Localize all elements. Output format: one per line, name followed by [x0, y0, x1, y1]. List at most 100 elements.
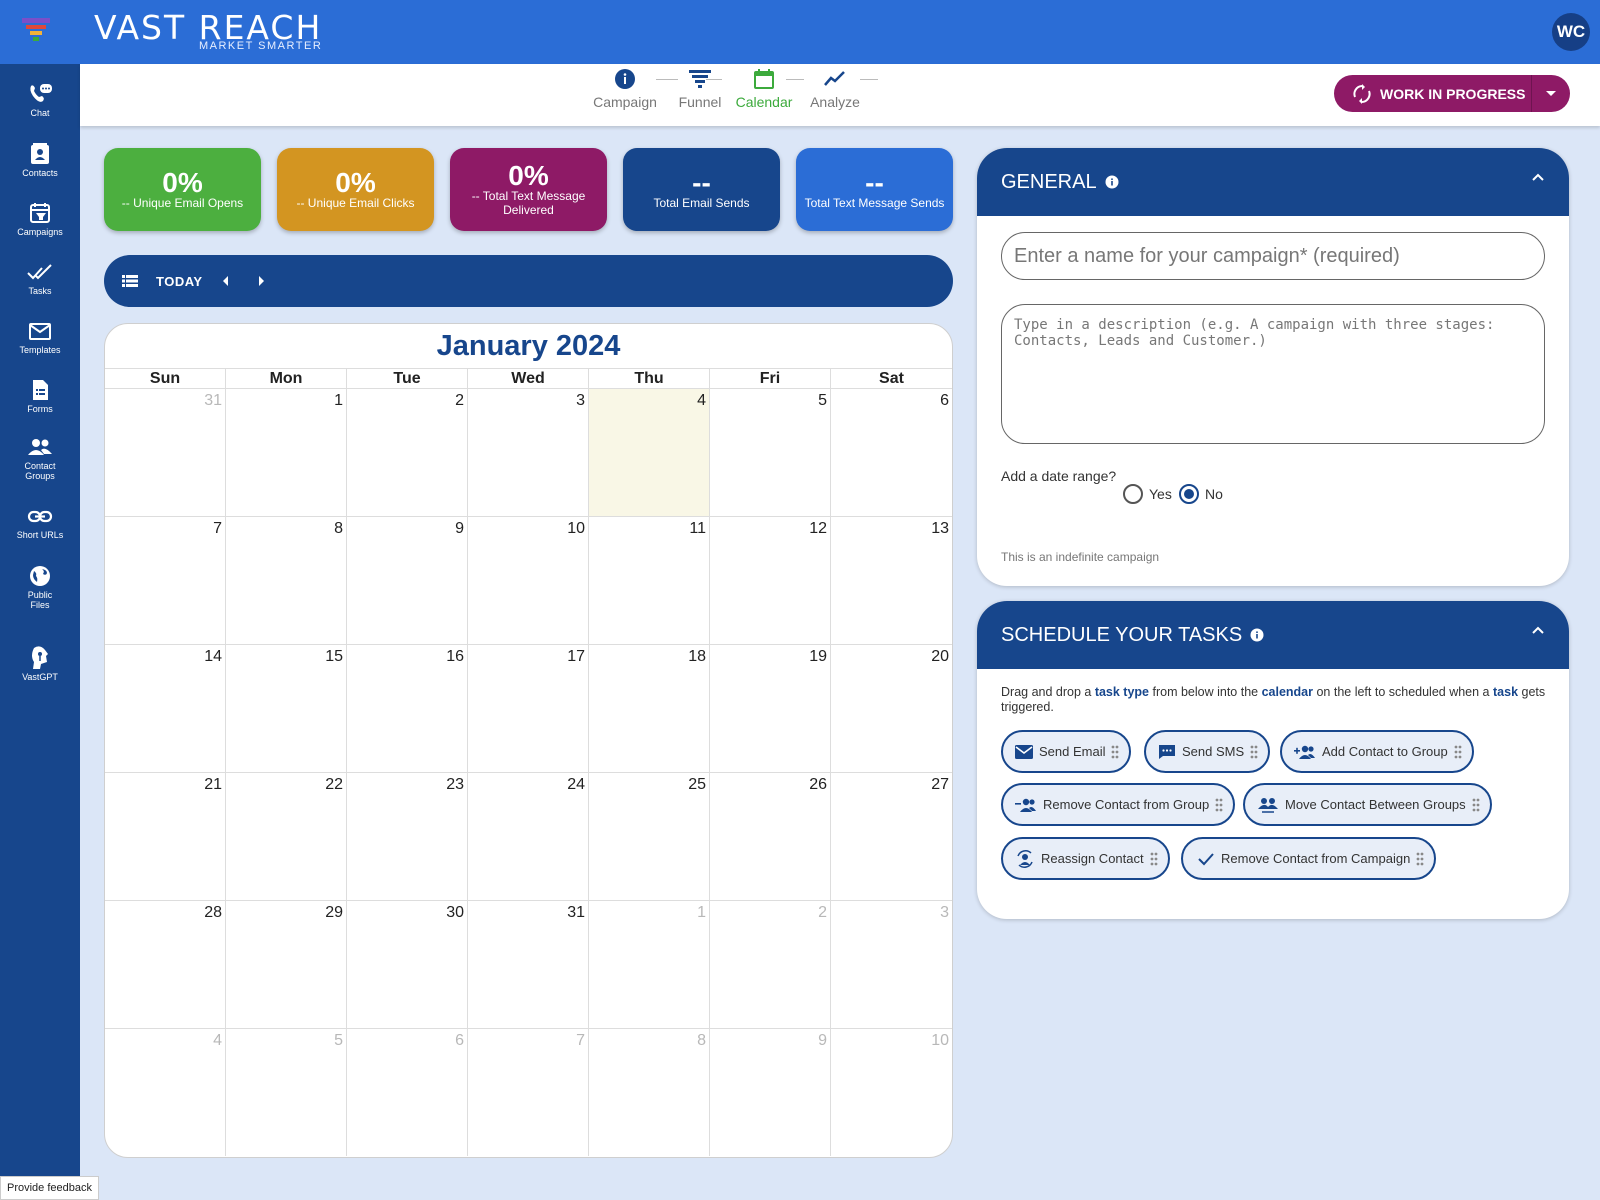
brand-tagline: MARKET SMARTER [198, 40, 323, 52]
calendar-day-cell[interactable]: 27 [831, 772, 952, 900]
calendar-day-cell[interactable]: 6 [347, 1028, 468, 1156]
calendar-day-cell[interactable]: 28 [105, 900, 226, 1028]
calendar-day-cell[interactable]: 10 [468, 516, 589, 644]
calendar-day-cell[interactable]: 9 [347, 516, 468, 644]
calendar-day-cell[interactable]: 5 [226, 1028, 347, 1156]
calendar-day-cell[interactable]: 2 [347, 388, 468, 516]
day-number: 10 [931, 1032, 949, 1049]
calendar-day-cell[interactable]: 10 [831, 1028, 952, 1156]
calendar-day-cell[interactable]: 1 [589, 900, 710, 1028]
next-month-button[interactable] [257, 255, 265, 307]
drag-handle-icon [1250, 745, 1258, 758]
calendar-day-cell[interactable]: 7 [468, 1028, 589, 1156]
schedule-panel-header[interactable]: SCHEDULE YOUR TASKS [977, 601, 1569, 669]
stat-label: -- Unique Email Opens [121, 195, 244, 210]
calendar-day-cell[interactable]: 11 [589, 516, 710, 644]
calendar-grid: 31 1 2 3 4 5 6 7 8 9 10 11 12 13 14 15 16 17 18 19 20 21 22 23 2… [105, 388, 952, 1156]
list-view-button[interactable] [122, 255, 138, 307]
step-analyze[interactable]: Analyze [802, 68, 868, 110]
calendar-day-cell[interactable]: 1 [226, 388, 347, 516]
calendar-day-cell[interactable]: 17 [468, 644, 589, 772]
sidebar-item-chat[interactable]: Chat [0, 82, 80, 118]
calendar-day-cell[interactable]: 5 [710, 388, 831, 516]
calendar-day-cell[interactable]: 3 [831, 900, 952, 1028]
stat-card-email-clicks: 0% -- Unique Email Clicks [277, 148, 434, 231]
general-panel-header[interactable]: GENERAL [977, 148, 1569, 216]
calendar-day-cell[interactable]: 8 [226, 516, 347, 644]
campaign-name-input[interactable] [1001, 232, 1545, 280]
day-number: 3 [576, 392, 585, 409]
task-chip-add-contact-to-group[interactable]: Add Contact to Group [1280, 730, 1474, 773]
calendar-day-cell[interactable]: 8 [589, 1028, 710, 1156]
calendar-day-cell[interactable]: 22 [226, 772, 347, 900]
chevron-up-icon[interactable] [1531, 172, 1545, 182]
prev-month-button[interactable] [222, 255, 230, 307]
calendar-day-cell[interactable]: 13 [831, 516, 952, 644]
step-funnel[interactable]: Funnel [670, 68, 730, 110]
calendar-day-cell[interactable]: 16 [347, 644, 468, 772]
calendar-day-cell[interactable]: 3 [468, 388, 589, 516]
calendar-day-cell[interactable]: 4 [589, 388, 710, 516]
step-label: Campaign [593, 94, 657, 110]
funnel-logo-icon[interactable] [22, 18, 50, 44]
sidebar-item-vastgpt[interactable]: VastGPT [0, 644, 80, 682]
sidebar-item-forms[interactable]: Forms [0, 378, 80, 414]
calendar-day-cell[interactable]: 9 [710, 1028, 831, 1156]
sidebar-item-tasks[interactable]: Tasks [0, 260, 80, 296]
calendar-day-cell[interactable]: 18 [589, 644, 710, 772]
task-chip-send-email[interactable]: Send Email [1001, 730, 1132, 773]
calendar-day-cell[interactable]: 30 [347, 900, 468, 1028]
calendar-day-cell[interactable]: 31 [105, 388, 226, 516]
brand-logo[interactable]: VAST REACH MARKET SMARTER [94, 10, 322, 53]
campaign-description-input[interactable] [1001, 304, 1545, 444]
help-text: from below into the [1149, 685, 1262, 699]
calendar-day-cell[interactable]: 4 [105, 1028, 226, 1156]
calendar-day-cell[interactable]: 12 [710, 516, 831, 644]
work-in-progress-button[interactable]: WORK IN PROGRESS [1334, 75, 1570, 112]
sidebar-item-short-urls[interactable]: Short URLs [0, 506, 80, 540]
task-label: Remove Contact from Campaign [1221, 851, 1411, 866]
status-main-button[interactable]: WORK IN PROGRESS [1334, 75, 1532, 112]
calendar-day-cell[interactable]: 21 [105, 772, 226, 900]
today-button[interactable]: TODAY [156, 255, 203, 307]
user-avatar[interactable]: WC [1552, 13, 1590, 51]
stat-card-text-delivered: 0% -- Total Text Message Delivered [450, 148, 607, 231]
date-range-no-radio[interactable]: No [1179, 484, 1223, 504]
chevron-up-icon[interactable] [1531, 625, 1545, 635]
calendar-day-cell[interactable]: 29 [226, 900, 347, 1028]
link-icon [27, 510, 53, 523]
sidebar-item-public-files[interactable]: Public Files [0, 564, 80, 610]
sidebar-item-campaigns[interactable]: Campaigns [0, 201, 80, 237]
calendar-day-cell[interactable]: 25 [589, 772, 710, 900]
calendar-day-cell[interactable]: 6 [831, 388, 952, 516]
status-dropdown-toggle[interactable] [1532, 90, 1570, 98]
sidebar-item-contacts[interactable]: Contacts [0, 142, 80, 178]
calendar-day-cell[interactable]: 14 [105, 644, 226, 772]
calendar-day-cell[interactable]: 23 [347, 772, 468, 900]
sidebar-item-contact-groups[interactable]: Contact Groups [0, 437, 80, 481]
sidebar-item-templates[interactable]: Templates [0, 319, 80, 355]
info-icon[interactable] [1250, 628, 1264, 642]
day-number: 23 [446, 776, 464, 793]
task-chip-move-contact-between-groups[interactable]: Move Contact Between Groups [1243, 783, 1492, 826]
provide-feedback-button[interactable]: Provide feedback [0, 1176, 99, 1200]
calendar-day-cell[interactable]: 24 [468, 772, 589, 900]
mail-icon [1015, 744, 1033, 759]
step-campaign[interactable]: Campaign [591, 68, 659, 110]
calendar-day-cell[interactable]: 20 [831, 644, 952, 772]
day-number: 1 [334, 392, 343, 409]
calendar-day-cell[interactable]: 2 [710, 900, 831, 1028]
calendar-day-cell[interactable]: 31 [468, 900, 589, 1028]
task-chip-remove-contact-from-group[interactable]: Remove Contact from Group [1001, 783, 1236, 826]
task-chip-send-sms[interactable]: Send SMS [1144, 730, 1271, 773]
step-calendar[interactable]: Calendar [728, 68, 800, 110]
task-chip-remove-contact-from-campaign[interactable]: Remove Contact from Campaign [1181, 837, 1437, 880]
date-range-yes-radio[interactable]: Yes [1123, 484, 1172, 504]
calendar-day-cell[interactable]: 26 [710, 772, 831, 900]
calendar-day-cell[interactable]: 7 [105, 516, 226, 644]
calendar-day-cell[interactable]: 19 [710, 644, 831, 772]
info-icon[interactable] [1105, 175, 1119, 189]
task-chip-reassign-contact[interactable]: Reassign Contact [1001, 837, 1170, 880]
stat-value: 0% [335, 166, 376, 198]
calendar-day-cell[interactable]: 15 [226, 644, 347, 772]
